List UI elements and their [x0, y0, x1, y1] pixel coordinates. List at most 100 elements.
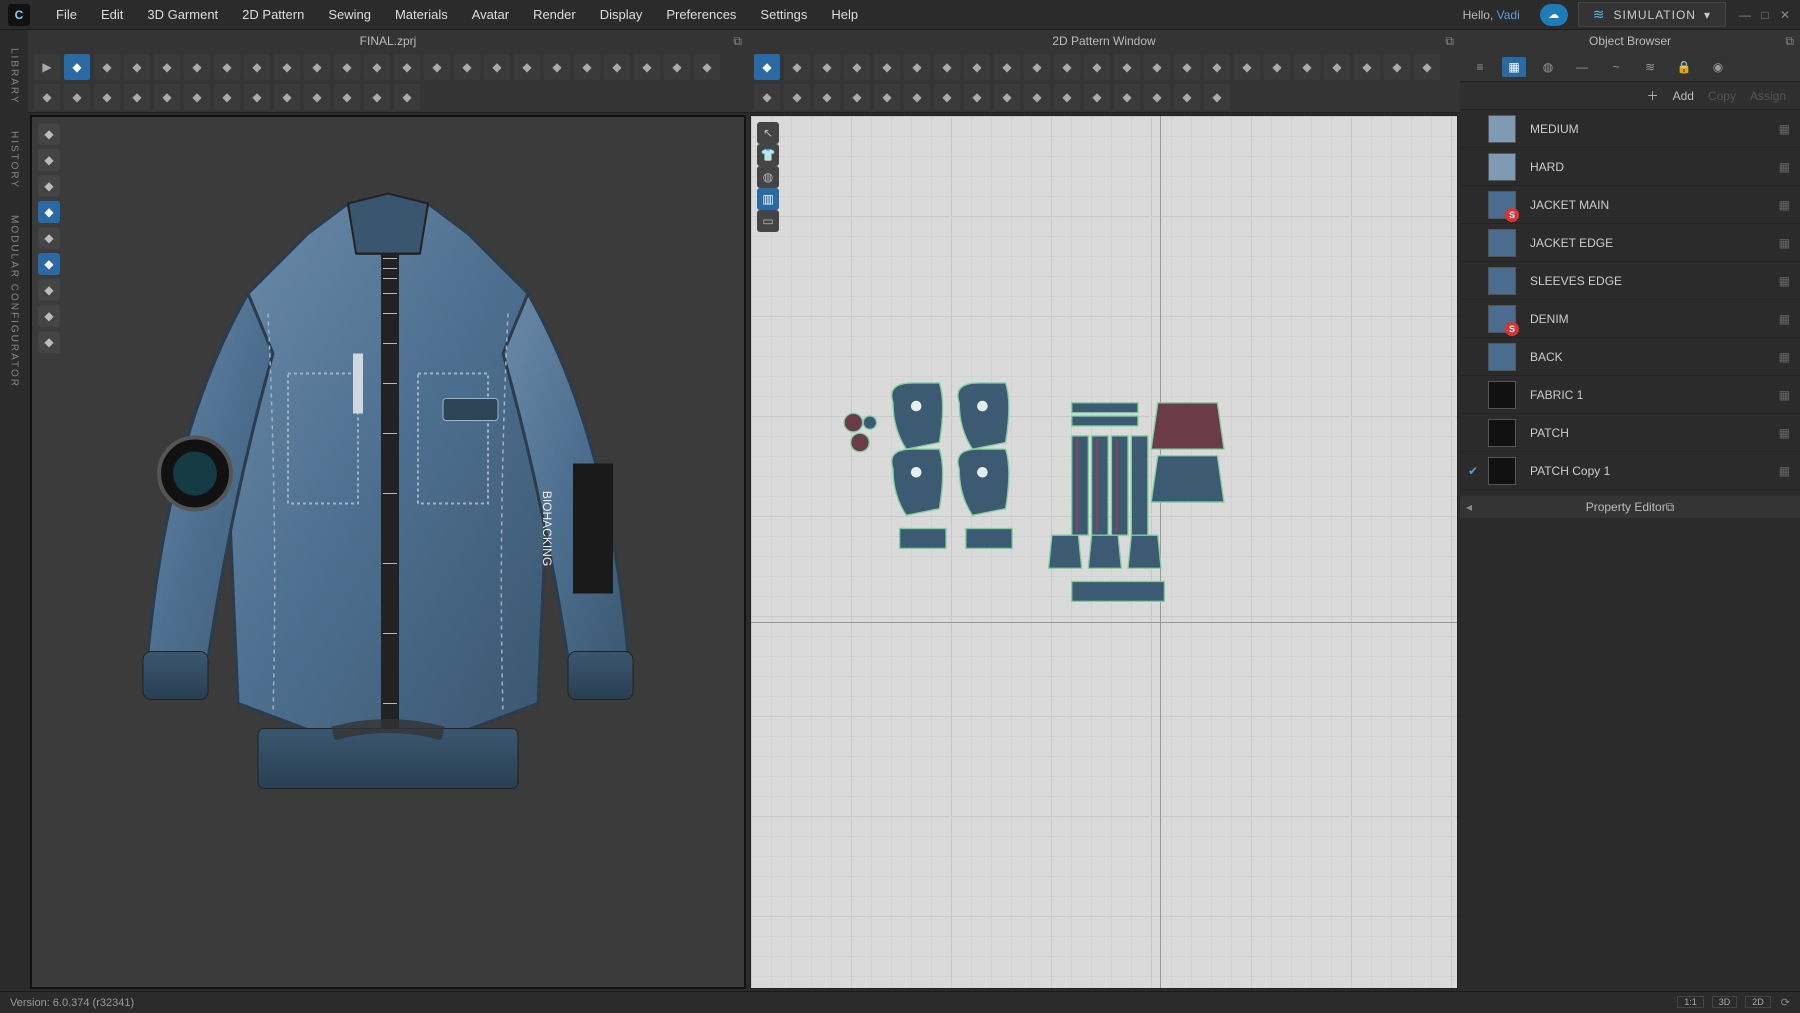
simulation-mode-dropdown[interactable]: ≋ SIMULATION ▾ — [1578, 2, 1726, 27]
paper-icon[interactable]: ▭ — [757, 210, 779, 232]
edit-pattern-icon[interactable]: ◆ — [754, 54, 780, 80]
tape-icon[interactable]: ◆ — [64, 84, 90, 110]
transform-icon[interactable]: ◆ — [844, 54, 870, 80]
annotate-icon[interactable]: ◆ — [1264, 54, 1290, 80]
menu-3d-garment[interactable]: 3D Garment — [135, 7, 230, 22]
grain-icon[interactable]: ◆ — [1174, 54, 1200, 80]
show-bg-icon[interactable]: ◆ — [38, 331, 60, 353]
menu-sewing[interactable]: Sewing — [316, 7, 383, 22]
lock-icon[interactable]: ▦ — [1779, 388, 1790, 402]
select-mesh-icon[interactable]: ◆ — [94, 54, 120, 80]
fabric-item-patch-copy-1[interactable]: ✔PATCH Copy 1▦ — [1460, 452, 1800, 490]
view-3d-button[interactable]: 3D — [1712, 996, 1738, 1008]
button-mode-icon[interactable]: ◉ — [1706, 57, 1730, 77]
menu-materials[interactable]: Materials — [383, 7, 460, 22]
translate-x-icon[interactable]: ◆ — [184, 54, 210, 80]
dock-tab-library[interactable]: LIBRARY — [9, 48, 20, 105]
binding-icon[interactable]: ◆ — [934, 84, 960, 110]
line-icon[interactable]: — — [1570, 57, 1594, 77]
edit-sew-icon[interactable]: ◆ — [784, 84, 810, 110]
texture-view-icon[interactable]: ◆ — [38, 253, 60, 275]
viewport-3d[interactable]: ◆◆◆◆◆◆◆◆◆ — [30, 115, 746, 989]
show-internal-icon[interactable]: ◆ — [38, 279, 60, 301]
avatar-solid-icon[interactable]: ◆ — [38, 201, 60, 223]
lock-icon[interactable]: ▦ — [1779, 122, 1790, 136]
maximize-button[interactable]: □ — [1758, 8, 1772, 22]
seam-taping-icon[interactable]: ◆ — [844, 84, 870, 110]
dock-tab-history[interactable]: HISTORY — [9, 131, 20, 189]
avatar-xray-icon[interactable]: ◆ — [38, 123, 60, 145]
button2d-icon[interactable]: ◆ — [1024, 84, 1050, 110]
weld-icon[interactable]: ◆ — [604, 54, 630, 80]
copy-icon[interactable]: ◆ — [214, 54, 240, 80]
trim-icon[interactable]: ◆ — [364, 84, 390, 110]
render-view-icon[interactable]: ◆ — [214, 84, 240, 110]
garment-icon[interactable]: ◆ — [454, 54, 480, 80]
menu-edit[interactable]: Edit — [89, 7, 135, 22]
fabric-swatch-icon[interactable]: ▥ — [757, 188, 779, 210]
garment-fit-icon[interactable]: ◆ — [484, 54, 510, 80]
trace-icon[interactable]: ◆ — [1084, 54, 1110, 80]
polygon-icon[interactable]: ◆ — [934, 54, 960, 80]
lock-icon[interactable]: 🔒 — [1672, 57, 1696, 77]
simulate-icon[interactable]: ▶ — [34, 54, 60, 80]
add-button[interactable]: Add — [1673, 89, 1694, 103]
text-icon[interactable]: ◆ — [1234, 54, 1260, 80]
link-icon[interactable]: ◆ — [1054, 84, 1080, 110]
fabric-item-medium[interactable]: ✔MEDIUM▦ — [1460, 110, 1800, 148]
puckering-icon[interactable]: ◆ — [1414, 54, 1440, 80]
texture-icon[interactable]: ◆ — [184, 84, 210, 110]
greeting-user[interactable]: Vadi — [1497, 8, 1520, 22]
fabric-item-denim[interactable]: ✔SDENIM▦ — [1460, 300, 1800, 338]
select-move-icon[interactable]: ◆ — [64, 54, 90, 80]
stitch-icon[interactable]: ◆ — [334, 84, 360, 110]
lock-icon[interactable]: ▦ — [1779, 274, 1790, 288]
substance-icon[interactable]: ◆ — [274, 84, 300, 110]
lock-icon[interactable]: ▦ — [1779, 426, 1790, 440]
fabric-icon[interactable]: ▦ — [1502, 57, 1526, 77]
select-avatar-icon[interactable]: ◆ — [664, 54, 690, 80]
lock-icon[interactable]: ▦ — [1779, 350, 1790, 364]
paste-icon[interactable]: ◆ — [244, 54, 270, 80]
circle-icon[interactable]: ◆ — [904, 54, 930, 80]
delete-icon[interactable]: ◆ — [274, 54, 300, 80]
menu-settings[interactable]: Settings — [748, 7, 819, 22]
view-1-1-button[interactable]: 1:1 — [1677, 996, 1704, 1008]
zipper-icon[interactable]: ◆ — [544, 54, 570, 80]
fabric-item-back[interactable]: ✔BACK▦ — [1460, 338, 1800, 376]
cloud-sync-icon[interactable]: ☁ — [1540, 4, 1568, 26]
grid-icon[interactable]: ◆ — [1114, 84, 1140, 110]
align-icon[interactable]: ◆ — [1204, 54, 1230, 80]
fabric-item-fabric-1[interactable]: ✔FABRIC 1▦ — [1460, 376, 1800, 414]
pleat-icon[interactable]: ◆ — [904, 84, 930, 110]
popout-icon[interactable]: ⧉ — [1666, 500, 1675, 515]
menu-preferences[interactable]: Preferences — [654, 7, 748, 22]
uv-icon[interactable]: ◆ — [154, 84, 180, 110]
piping-icon[interactable]: ◆ — [964, 84, 990, 110]
app-logo[interactable]: C — [8, 4, 30, 26]
show-zipper-icon[interactable]: ◆ — [38, 305, 60, 327]
rectangle-icon[interactable]: ◆ — [874, 54, 900, 80]
add-point-icon[interactable]: ◆ — [814, 54, 840, 80]
menu-file[interactable]: File — [44, 7, 89, 22]
symmetrize-icon[interactable]: ◆ — [1294, 54, 1320, 80]
view-2d-button[interactable]: 2D — [1745, 996, 1771, 1008]
dart-icon[interactable]: ◆ — [964, 54, 990, 80]
fold-arrange-icon[interactable]: ◆ — [874, 84, 900, 110]
avatar-size-icon[interactable]: ◆ — [694, 54, 720, 80]
list-icon[interactable]: ≡ — [1468, 57, 1492, 77]
fabric-item-patch[interactable]: ✔PATCH▦ — [1460, 414, 1800, 452]
curve-icon[interactable]: ~ — [1604, 57, 1628, 77]
report-icon[interactable]: ◆ — [1324, 54, 1350, 80]
edit-pattern-icon[interactable]: ◆ — [304, 54, 330, 80]
popout-icon[interactable]: ⧉ — [1785, 34, 1794, 49]
steam-icon[interactable]: ◆ — [634, 54, 660, 80]
button-tool-icon[interactable]: ◆ — [574, 54, 600, 80]
fabric-item-jacket-main[interactable]: ✔SJACKET MAIN▦ — [1460, 186, 1800, 224]
seam-allow-icon[interactable]: ◆ — [1114, 54, 1140, 80]
zipper2d-icon[interactable]: ◆ — [994, 84, 1020, 110]
wave-icon[interactable]: ≋ — [1638, 57, 1662, 77]
avatar-wire-icon[interactable]: ◆ — [38, 227, 60, 249]
minimize-button[interactable]: — — [1738, 8, 1752, 22]
garment-only-icon[interactable]: ◆ — [38, 149, 60, 171]
